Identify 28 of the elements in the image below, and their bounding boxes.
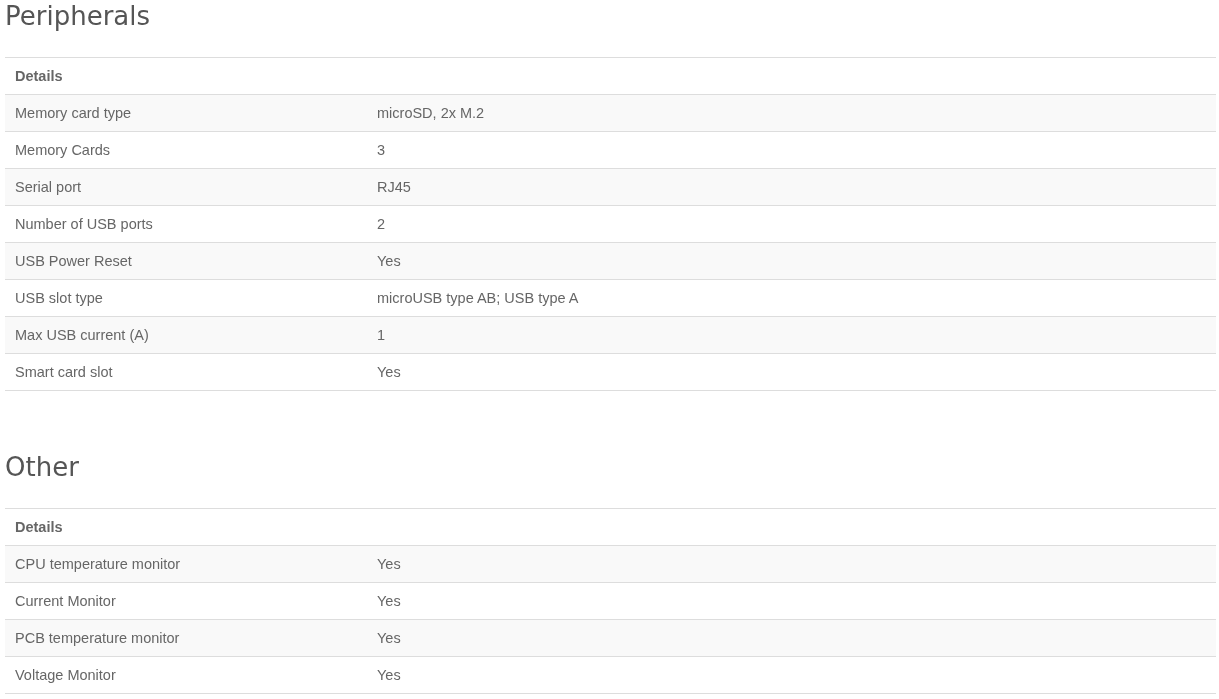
table-cell-text: USB Power Reset (14, 253, 133, 269)
table-cell-text: Current Monitor (14, 593, 117, 609)
table-cell-text: 2 (376, 216, 386, 232)
table-cell-text: USB slot type (14, 290, 104, 306)
table-cell-text: Number of USB ports (14, 216, 154, 232)
table-cell-text: microUSB type AB; USB type A (376, 290, 579, 306)
table-cell-text: Yes (376, 364, 401, 380)
table-cell-text: 1 (376, 327, 386, 343)
table-cell-text: Yes (376, 667, 401, 683)
table-cell-text: Serial port (14, 179, 83, 195)
table-cell-text: Yes (376, 593, 401, 609)
table-cell-text: RJ45 (376, 179, 411, 195)
table-cell-text: microSD, 2x M.2 (376, 105, 485, 121)
table-cell-text: Memory Cards (14, 142, 112, 158)
table-cell-text: Max USB current (A) (14, 327, 150, 343)
table-cell-text: Voltage Monitor (14, 667, 117, 683)
table-cell-text: Memory card type (14, 105, 133, 121)
table-cell-text: CPU temperature monitor (14, 556, 182, 572)
table-cell-text: Yes (376, 630, 401, 646)
section-heading: Other (5, 451, 80, 483)
table-header-cell-text: Details (14, 68, 63, 84)
table-cell-text: Yes (376, 556, 401, 572)
table-cell-text: Smart card slot (14, 364, 114, 380)
table-cell-text: PCB temperature monitor (14, 630, 181, 646)
table-header-cell-text: Details (14, 519, 63, 535)
table-cell-text: 3 (376, 142, 386, 158)
table-cell-text: Yes (376, 253, 401, 269)
section-heading: Peripherals (5, 0, 152, 32)
